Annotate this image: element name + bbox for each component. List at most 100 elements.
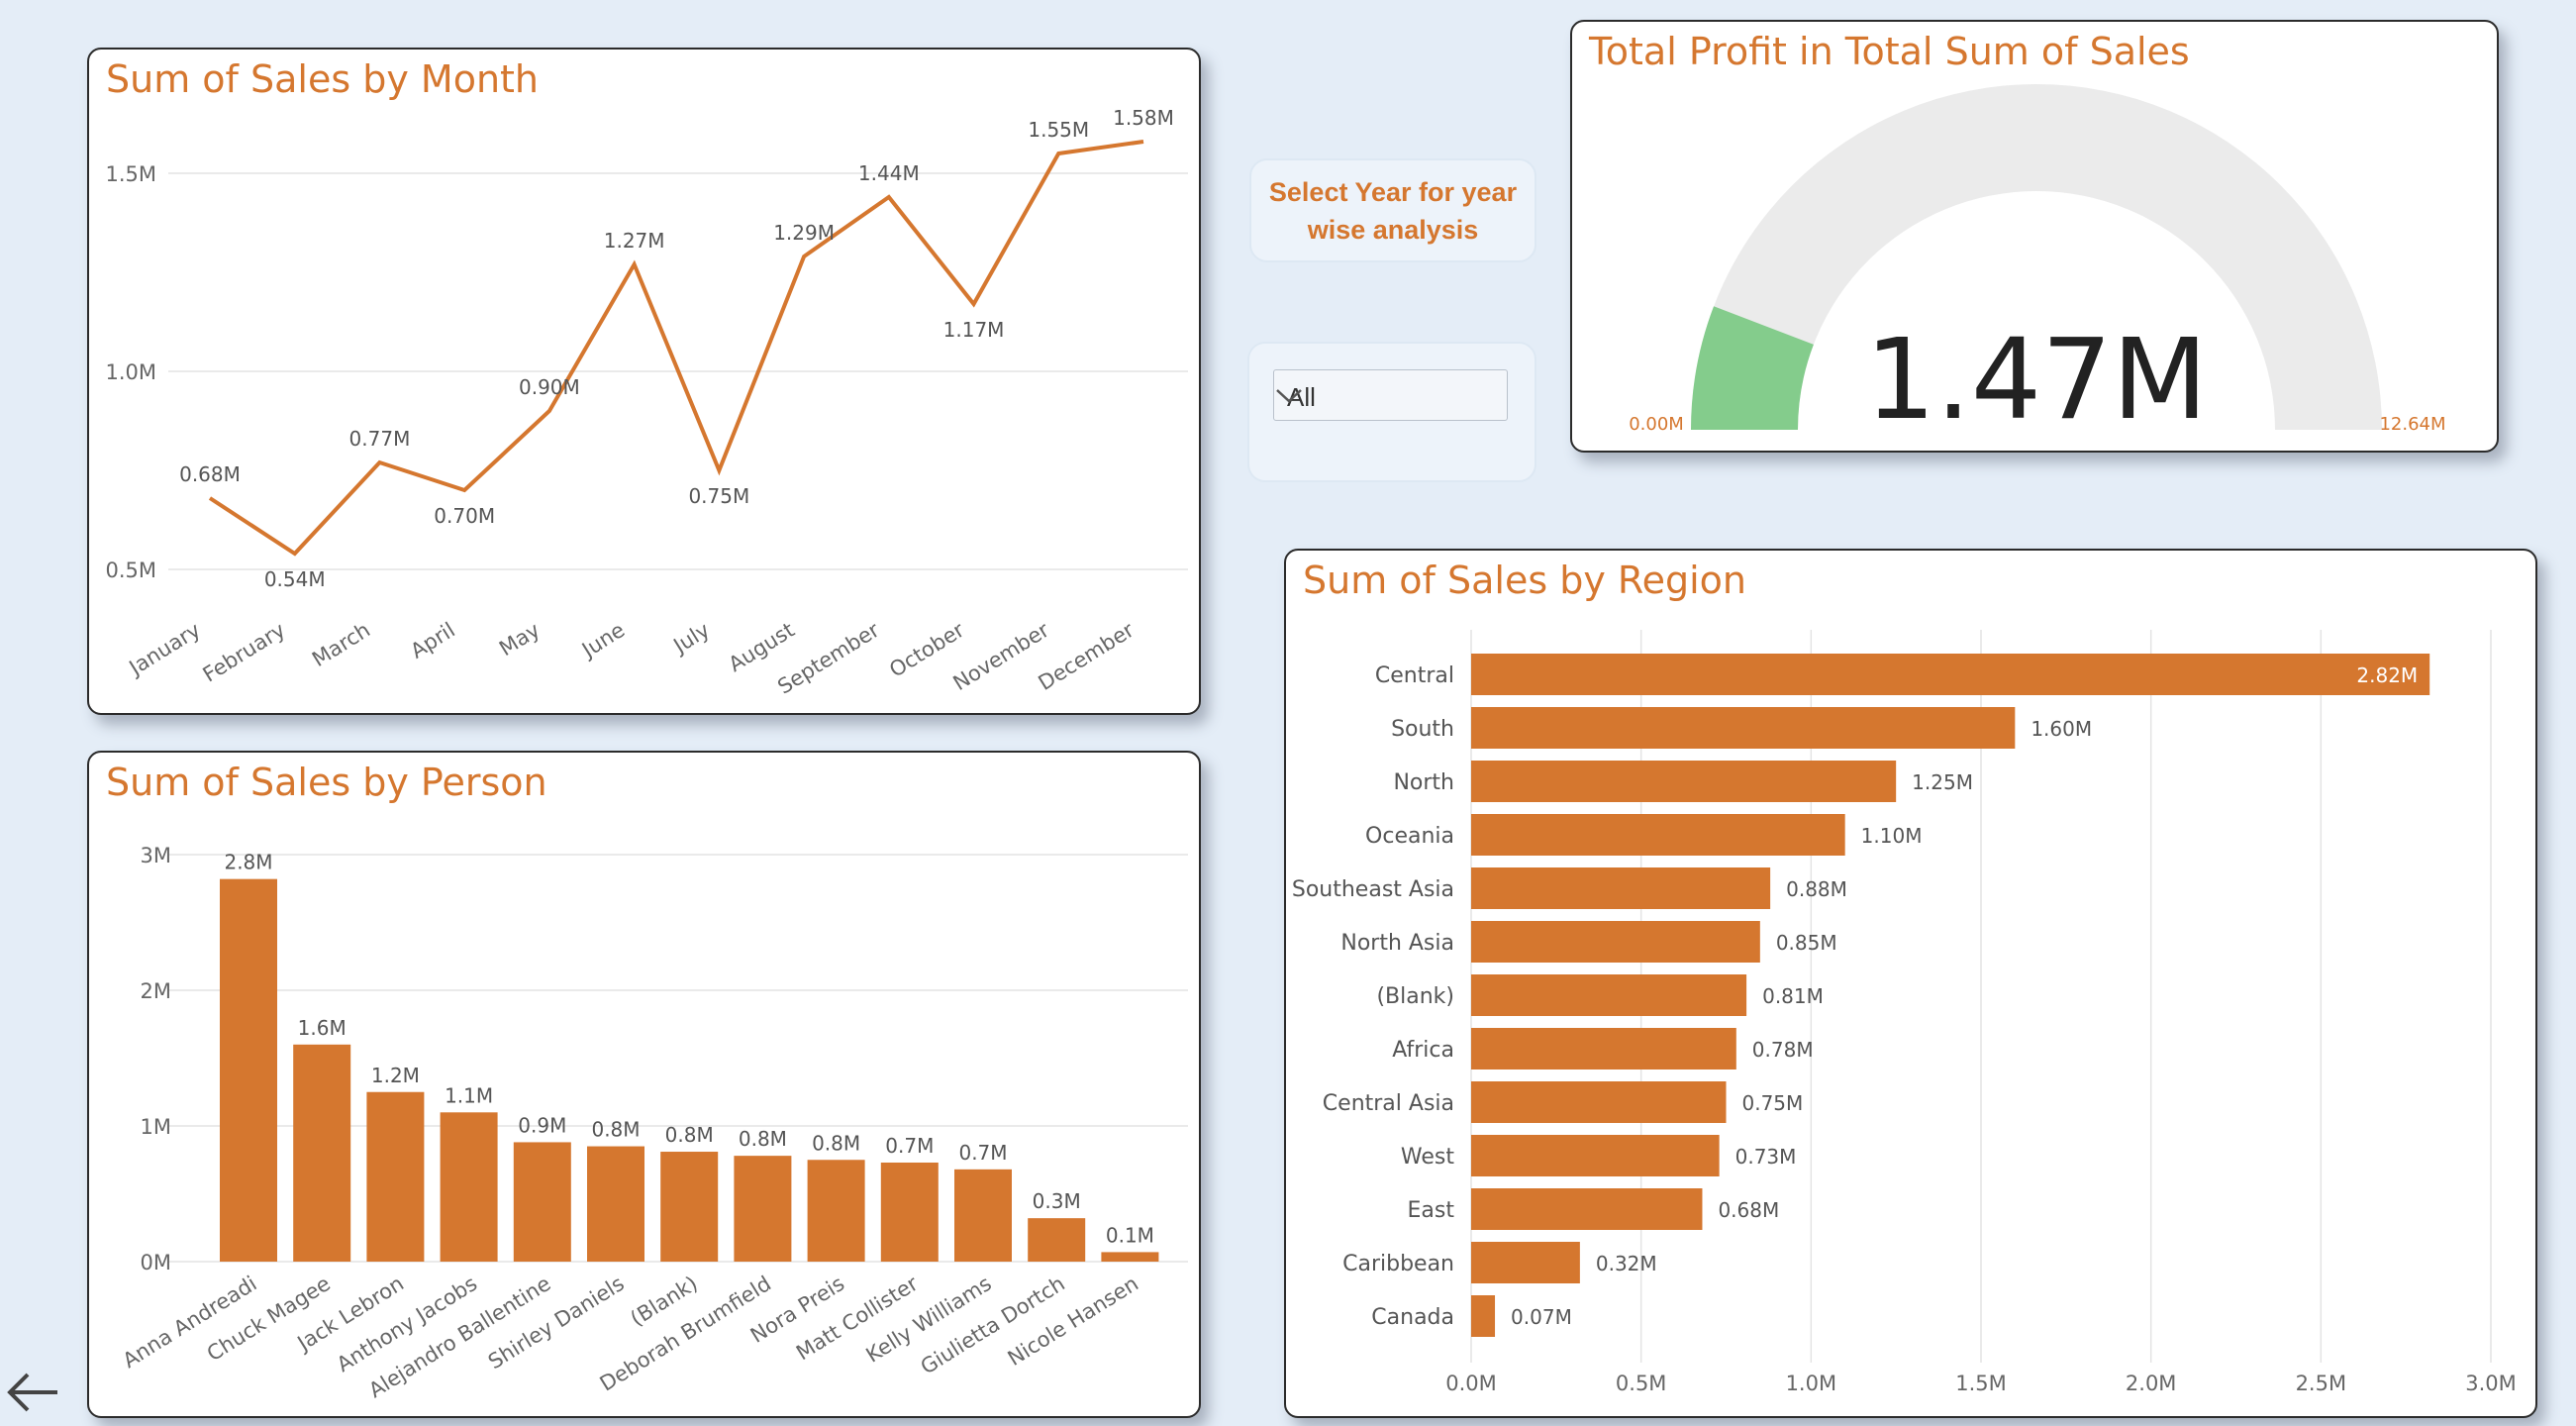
region-bar[interactable] [1471,921,1760,963]
person-bar[interactable] [954,1169,1012,1262]
person-bar[interactable] [660,1152,719,1262]
region-bar[interactable] [1471,1081,1727,1123]
region-data-label: 0.81M [1762,984,1824,1008]
region-y-tick: Caribbean [1342,1252,1454,1276]
person-bar[interactable] [1101,1252,1159,1262]
month-data-label: 0.70M [434,504,495,528]
person-bar[interactable] [293,1044,351,1262]
region-data-label: 0.32M [1596,1252,1657,1275]
person-x-tick: Shirley Daniels [484,1272,629,1374]
month-data-label: 1.55M [1028,118,1089,142]
region-y-tick: West [1401,1145,1454,1170]
month-x-tick: July [668,618,714,659]
person-data-label: 0.7M [885,1134,934,1158]
month-data-label: 1.17M [943,318,1005,342]
person-bar[interactable] [220,878,277,1262]
month-data-label: 1.44M [858,161,920,185]
region-data-label: 0.75M [1742,1091,1804,1115]
month-x-tick: January [124,618,205,681]
person-bar[interactable] [734,1156,792,1262]
month-data-label: 1.29M [773,221,835,245]
region-y-tick: South [1391,717,1454,742]
gauge-card[interactable]: Total Profit in Total Sum of Sales 1.47M… [1570,20,2499,453]
person-data-label: 1.2M [371,1064,420,1087]
region-bar-chart[interactable]: 0.0M 0.5M 1.0M 1.5M 2.0M 2.5M 3.0M Central 2.82M… [1286,551,2537,1418]
person-data-label: 0.8M [812,1131,860,1155]
region-bar[interactable] [1471,814,1845,856]
region-data-label: 0.85M [1776,931,1837,955]
month-x-tick: June [576,618,629,663]
region-y-tick: Central [1375,663,1454,688]
person-y-tick: 2M [141,979,171,1003]
region-bar[interactable] [1471,707,2016,749]
month-data-label: 0.90M [519,375,580,399]
month-x-tick: December [1035,618,1139,695]
region-x-tick: 3.0M [2465,1372,2517,1395]
person-data-label: 2.8M [224,851,272,874]
person-bar[interactable] [440,1112,498,1262]
month-data-label: 0.77M [349,427,411,451]
region-bar[interactable] [1471,1028,1736,1070]
person-chart-card[interactable]: Sum of Sales by Person 0M 1M 2M 3M 2.8M Anna … [87,751,1201,1418]
person-bar[interactable] [587,1146,644,1262]
region-bar[interactable] [1471,1188,1703,1230]
region-y-tick: Oceania [1365,824,1454,849]
region-x-tick: 1.0M [1786,1372,1837,1395]
region-data-label: 0.07M [1511,1305,1572,1329]
person-bar[interactable] [807,1160,865,1262]
month-data-label: 1.27M [604,229,665,253]
region-bar[interactable] [1471,761,1897,802]
profit-gauge[interactable]: 1.47M 0.00M 12.64M [1572,22,2499,453]
region-y-tick: Southeast Asia [1292,877,1454,902]
month-series-line[interactable] [208,140,1144,557]
person-bar[interactable] [880,1162,939,1262]
region-bar[interactable] [1471,1135,1720,1176]
person-bar[interactable] [513,1142,571,1262]
person-bar[interactable] [366,1091,425,1262]
gauge-max-label: 12.64M [2379,414,2445,435]
gauge-value: 1.47M [1865,316,2208,445]
person-x-tick: Matt Collister [792,1272,923,1366]
region-bar[interactable] [1471,654,2430,695]
slicer-label: Select Year for year wise analysis [1268,176,1518,245]
region-bar[interactable] [1471,867,1771,909]
person-bar-chart[interactable]: 0M1M2M3M 2.8MAnna Andreadi1.6MChuck Magee… [89,753,1201,1418]
month-y-tick: 1.5M [105,162,156,186]
region-data-label: 1.60M [2031,717,2092,741]
region-data-label: 0.78M [1752,1038,1814,1062]
region-data-label: 2.82M [2356,663,2418,687]
year-dropdown[interactable]: All [1273,369,1508,421]
region-y-tick: Africa [1392,1038,1454,1063]
person-data-label: 0.7M [958,1141,1007,1165]
region-data-label: 1.25M [1912,770,1973,794]
person-bar[interactable] [1028,1218,1086,1262]
person-y-tick: 0M [141,1251,171,1274]
back-arrow-icon[interactable] [6,1371,61,1414]
region-bar[interactable] [1471,1242,1580,1283]
region-chart-card[interactable]: Sum of Sales by Region 0.0M 0.5M 1.0M 1.5M 2… [1284,549,2537,1418]
month-x-tick: February [199,618,290,687]
month-x-tick: August [725,618,799,676]
person-y-tick: 3M [141,844,171,867]
region-bar[interactable] [1471,974,1747,1016]
region-x-tick: 0.5M [1616,1372,1667,1395]
chevron-down-icon [1276,389,1302,403]
region-y-tick: Canada [1371,1305,1454,1330]
person-y-tick: 1M [141,1115,171,1139]
person-data-label: 0.8M [665,1123,714,1147]
region-y-tick: East [1408,1198,1455,1223]
month-x-tick: May [495,618,545,661]
month-line-chart[interactable]: 0.5M 1.0M 1.5M 0.68M January 0.54M February 0.7… [89,50,1201,715]
month-x-tick: April [406,618,458,663]
region-bar[interactable] [1471,1295,1496,1337]
month-chart-card[interactable]: Sum of Sales by Month 0.5M 1.0M 1.5M 0.68M J… [87,48,1201,715]
region-x-tick: 1.5M [1955,1372,2007,1395]
region-y-tick: (Blank) [1376,984,1454,1009]
person-data-label: 0.8M [739,1127,787,1151]
month-y-tick: 1.0M [105,360,156,384]
slicer-label-box: Select Year for year wise analysis [1249,158,1536,262]
region-data-label: 0.73M [1735,1145,1797,1169]
person-data-label: 0.9M [518,1113,566,1137]
month-x-tick: November [949,618,1054,695]
person-data-label: 0.1M [1106,1223,1154,1247]
